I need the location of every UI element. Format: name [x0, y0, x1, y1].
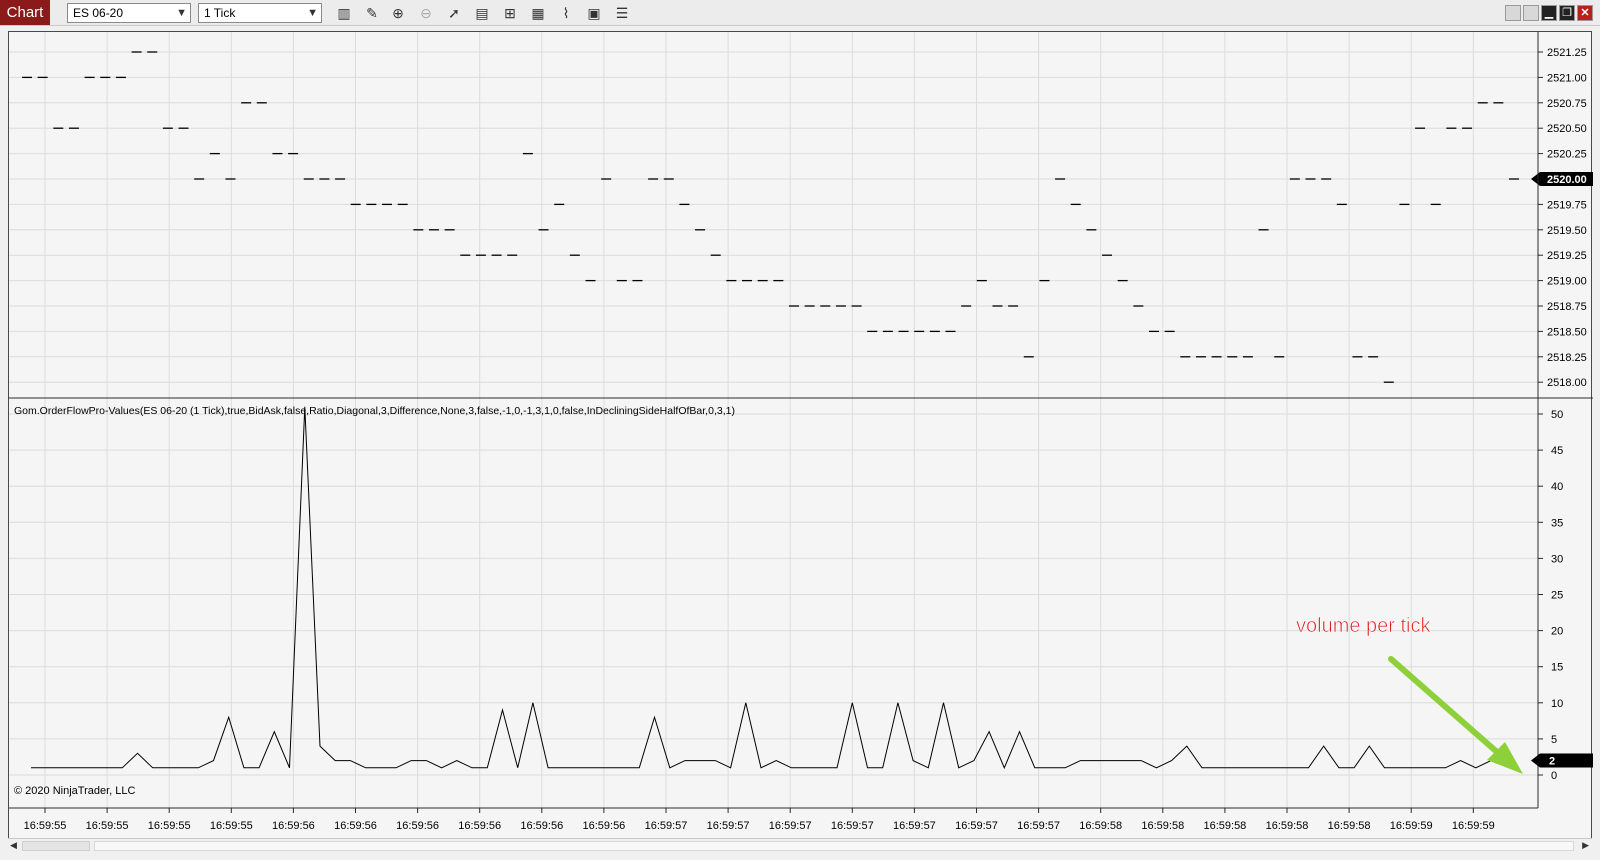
restore-button[interactable]: ❐	[1559, 5, 1575, 21]
annotation-text: volume per tick	[1296, 615, 1431, 637]
indicators-icon[interactable]: ▦	[528, 4, 548, 22]
price-label: 2520.75	[1547, 98, 1587, 110]
time-label: 16:59:57	[831, 820, 874, 832]
chevron-down-icon: ▼	[307, 7, 318, 19]
time-label: 16:59:56	[520, 820, 563, 832]
time-axis: 16:59:55 16:59:55 16:59:55 16:59:55 16:59:56…	[24, 808, 1495, 832]
pointer-icon[interactable]: ➚	[444, 4, 464, 22]
time-label: 16:59:55	[210, 820, 253, 832]
indicator-label: 20	[1551, 626, 1563, 638]
indicator-last-value-box	[1531, 753, 1593, 768]
time-label: 16:59:56	[396, 820, 439, 832]
copyright-text: © 2020 NinjaTrader, LLC	[14, 785, 135, 797]
chevron-down-icon: ▼	[176, 7, 187, 19]
time-label: 16:59:58	[1328, 820, 1371, 832]
chart-tab[interactable]: Chart	[0, 0, 50, 25]
time-label: 16:59:57	[645, 820, 688, 832]
price-label: 2519.00	[1547, 276, 1587, 288]
indicator-label: 0	[1551, 770, 1557, 782]
indicator-axis: 50454035302520151050	[1538, 409, 1563, 782]
chart-trader-icon[interactable]: ☰	[612, 4, 632, 22]
time-label: 16:59:57	[1017, 820, 1060, 832]
time-label: 16:59:57	[955, 820, 998, 832]
time-label: 16:59:58	[1203, 820, 1246, 832]
indicator-label: 15	[1551, 662, 1563, 674]
time-label: 16:59:58	[1079, 820, 1122, 832]
price-label: 2518.25	[1547, 352, 1587, 364]
indicator-label: 45	[1551, 445, 1563, 457]
data-box-icon[interactable]: ▣	[584, 4, 604, 22]
time-label: 16:59:56	[272, 820, 315, 832]
scroll-left-icon[interactable]: ◀	[10, 840, 17, 851]
time-label: 16:59:57	[893, 820, 936, 832]
scrollbar-track[interactable]	[94, 841, 1574, 851]
price-label: 2518.00	[1547, 377, 1587, 389]
time-label: 16:59:55	[148, 820, 191, 832]
time-label: 16:59:56	[458, 820, 501, 832]
price-label: 2519.50	[1547, 225, 1587, 237]
price-label: 2520.25	[1547, 149, 1587, 161]
indicator-label: 40	[1551, 481, 1563, 493]
price-label: 2519.75	[1547, 199, 1587, 211]
price-label: 2521.25	[1547, 47, 1587, 59]
instrument-value: ES 06-20	[73, 6, 124, 20]
draw-pencil-icon[interactable]: ✎	[362, 4, 382, 22]
time-label: 16:59:57	[707, 820, 750, 832]
price-bars	[22, 51, 1519, 383]
time-label: 16:59:57	[769, 820, 812, 832]
price-label: 2518.50	[1547, 326, 1587, 338]
bars-type-icon[interactable]: ▥	[334, 4, 354, 22]
time-label: 16:59:59	[1452, 820, 1495, 832]
indicator-series-line	[31, 406, 1492, 770]
minimize-button[interactable]: ▁	[1541, 5, 1557, 21]
price-label: 2519.25	[1547, 250, 1587, 262]
properties-icon[interactable]: ▤	[472, 4, 492, 22]
grid-lines	[9, 32, 1538, 808]
time-label: 16:59:56	[582, 820, 625, 832]
indicator-last-value-label: 2	[1549, 756, 1555, 768]
chart-toolbar: Chart ES 06-20 ▼ 1 Tick ▼ ▥ ✎ ⊕ ⊖ ➚ ▤ ⊞ …	[0, 0, 1600, 26]
instrument-selector[interactable]: ES 06-20 ▼	[67, 3, 191, 23]
window-tab-b-button[interactable]	[1523, 5, 1539, 21]
indicator-label: 30	[1551, 553, 1563, 565]
time-label: 16:59:55	[24, 820, 67, 832]
zoom-in-icon[interactable]: ⊕	[388, 4, 408, 22]
indicator-label: 10	[1551, 698, 1563, 710]
time-label: 16:59:58	[1141, 820, 1184, 832]
indicator-label: 25	[1551, 590, 1563, 602]
last-price-label: 2520.00	[1547, 174, 1587, 186]
time-label: 16:59:58	[1266, 820, 1309, 832]
indicator-last-value-marker: 2	[1531, 753, 1593, 768]
price-label: 2518.75	[1547, 301, 1587, 313]
indicator-label: 35	[1551, 517, 1563, 529]
price-axis: 2521.25 2521.00 2520.75 2520.50 2520.25 2520.…	[1531, 47, 1593, 389]
indicator-label: 5	[1551, 734, 1557, 746]
time-label: 16:59:59	[1390, 820, 1433, 832]
drawing-tools-icon[interactable]: ⌇	[556, 4, 576, 22]
zoom-out-icon[interactable]: ⊖	[416, 4, 436, 22]
price-label: 2520.50	[1547, 123, 1587, 135]
indicator-label: Gom.OrderFlowPro-Values(ES 06-20 (1 Tick…	[14, 405, 735, 417]
chart-window: Chart ES 06-20 ▼ 1 Tick ▼ ▥ ✎ ⊕ ⊖ ➚ ▤ ⊞ …	[0, 0, 1600, 860]
chart-panel[interactable]: 2521.25 2521.00 2520.75 2520.50 2520.25 2520.…	[8, 31, 1593, 853]
interval-value: 1 Tick	[204, 6, 236, 20]
horizontal-scrollbar[interactable]: ◀ ▶	[8, 838, 1592, 853]
price-label: 2521.00	[1547, 72, 1587, 84]
scrollbar-thumb[interactable]	[22, 841, 90, 851]
scroll-right-icon[interactable]: ▶	[1582, 840, 1589, 851]
time-label: 16:59:55	[86, 820, 129, 832]
chart-canvas[interactable]: 2521.25 2521.00 2520.75 2520.50 2520.25 2520.…	[9, 32, 1593, 838]
interval-selector[interactable]: 1 Tick ▼	[198, 3, 322, 23]
indicator-label: 50	[1551, 409, 1563, 421]
strategies-icon[interactable]: ⊞	[500, 4, 520, 22]
time-label: 16:59:56	[334, 820, 377, 832]
window-tab-a-button[interactable]	[1505, 5, 1521, 21]
close-button[interactable]: ✕	[1577, 5, 1593, 21]
